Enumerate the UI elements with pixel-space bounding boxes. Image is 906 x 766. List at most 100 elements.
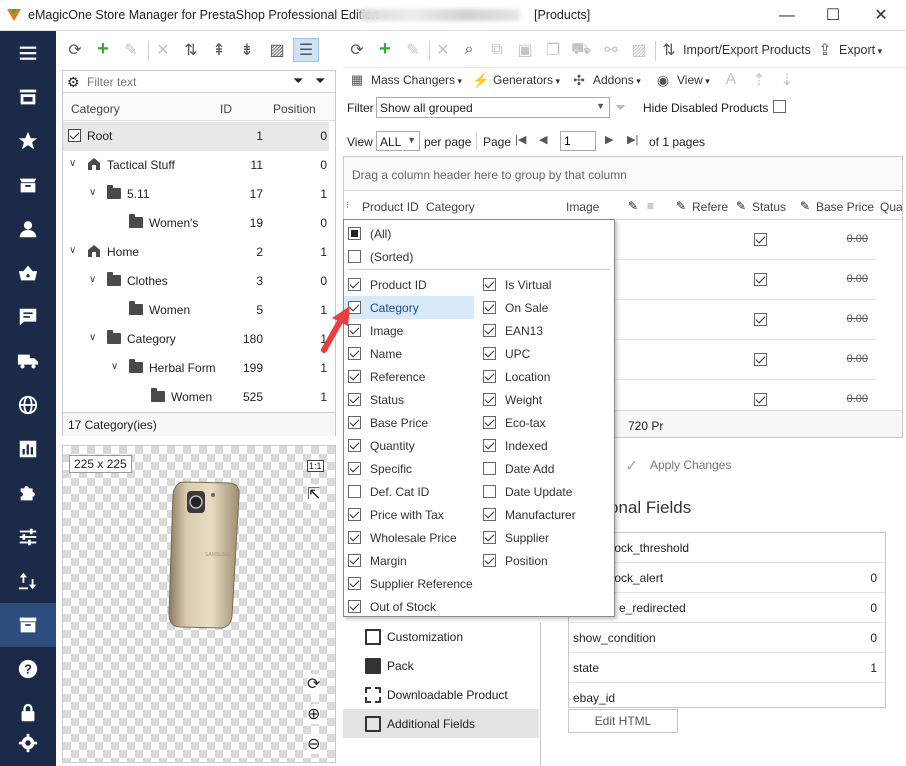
menu-item-wholesale-price[interactable]: Wholesale Price — [344, 526, 474, 549]
menu-item-manufacturer[interactable]: Manufacturer — [479, 503, 609, 526]
column-checkbox[interactable] — [348, 416, 361, 429]
zoom-out-icon[interactable]: ⊖ — [307, 734, 321, 754]
menu-item-indexed[interactable]: Indexed — [479, 434, 609, 457]
store-icon[interactable] — [0, 75, 56, 119]
column-checkbox[interactable] — [483, 554, 496, 567]
chat-icon[interactable] — [0, 295, 56, 339]
tree-row-root[interactable]: Root 1 0 — [63, 122, 329, 151]
menu-item-out-of-stock[interactable]: Out of Stock — [344, 595, 474, 618]
menu-item-status[interactable]: Status — [344, 388, 474, 411]
menu-item-margin[interactable]: Margin — [344, 549, 474, 572]
column-checkbox[interactable] — [348, 531, 361, 544]
puzzle-icon[interactable] — [0, 471, 56, 515]
import-export-icon[interactable]: ⇅ — [659, 40, 679, 60]
menu-item-product-id[interactable]: Product ID — [344, 273, 474, 296]
move-icon[interactable]: ⇅ — [181, 40, 201, 60]
export-button[interactable]: Export — [839, 43, 882, 57]
column-checkbox[interactable] — [348, 278, 361, 291]
box-icon[interactable] — [0, 163, 56, 207]
column-checkbox[interactable] — [483, 301, 496, 314]
status-checkbox[interactable] — [754, 233, 767, 246]
column-checkbox[interactable] — [348, 439, 361, 452]
chevron-down-icon[interactable]: ∨ — [89, 187, 96, 198]
col-base-price[interactable]: Base Price — [816, 200, 874, 214]
menu-item-on-sale[interactable]: On Sale — [479, 296, 609, 319]
menu-item-position[interactable]: Position — [479, 549, 609, 572]
menu-item-supplier-reference[interactable]: Supplier Reference — [344, 572, 474, 595]
tree-row-clothes[interactable]: ∨ Clothes 3 0 — [63, 267, 329, 296]
filter-clear-icon[interactable]: ⏷ — [315, 73, 325, 89]
page-input[interactable] — [560, 131, 596, 151]
column-checkbox[interactable] — [483, 370, 496, 383]
tree-row-category[interactable]: ∨ Category 180 1 — [63, 325, 329, 354]
column-checkbox[interactable] — [348, 508, 361, 521]
column-checkbox[interactable] — [483, 439, 496, 452]
column-checkbox[interactable] — [483, 278, 496, 291]
next-page-icon[interactable]: ▶ — [605, 133, 613, 146]
menu-item-weight[interactable]: Weight — [479, 388, 609, 411]
menu-icon[interactable] — [0, 31, 56, 75]
chevron-down-icon[interactable]: ∨ — [111, 361, 118, 372]
basket-icon[interactable] — [0, 251, 56, 295]
field-row[interactable]: tock_alert 0 — [569, 563, 885, 593]
tab-downloadable-product[interactable]: Downloadable Product — [343, 680, 539, 709]
sorted-checkbox[interactable] — [348, 250, 361, 263]
refresh-icon[interactable]: ⟳ — [347, 40, 367, 60]
mass-changers-icon[interactable]: ▦ — [347, 70, 367, 90]
addons-button[interactable]: Addons — [593, 73, 641, 87]
column-checkbox[interactable] — [483, 531, 496, 544]
first-page-icon[interactable]: |◀ — [515, 133, 526, 146]
menu-item-all[interactable]: (All) — [344, 222, 614, 245]
menu-item-price-with-tax[interactable]: Price with Tax — [344, 503, 474, 526]
tree-row-5-11[interactable]: ∨ 5.11 17 1 — [63, 180, 329, 209]
menu-item-ean13[interactable]: EAN13 — [479, 319, 609, 342]
menu-item-quantity[interactable]: Quantity — [344, 434, 474, 457]
per-page-select[interactable]: ALL ▼ — [376, 131, 420, 151]
menu-item-category[interactable]: Category — [344, 296, 474, 319]
view-icon[interactable]: ◉ — [653, 70, 673, 90]
field-row[interactable]: ebay_id — [569, 683, 885, 707]
add-product-icon[interactable]: + — [375, 38, 395, 60]
tab-additional-fields[interactable]: Additional Fields — [343, 709, 539, 738]
view-button[interactable]: View — [677, 73, 710, 87]
menu-item-is-virtual[interactable]: Is Virtual — [479, 273, 609, 296]
help-icon[interactable]: ? — [0, 647, 56, 691]
export-icon[interactable]: ⇪ — [815, 40, 835, 60]
col-reference[interactable]: Refere — [692, 200, 728, 214]
prev-page-icon[interactable]: ◀ — [539, 133, 547, 146]
rotate-icon[interactable]: ⟳ — [307, 674, 321, 694]
user-icon[interactable] — [0, 207, 56, 251]
last-page-icon[interactable]: ▶| — [627, 133, 638, 146]
filter-add-icon[interactable]: ⏷ — [293, 73, 303, 89]
column-checkbox[interactable] — [483, 393, 496, 406]
all-checkbox[interactable] — [348, 227, 361, 240]
import-export-button[interactable]: Import/Export Products — [683, 43, 811, 57]
menu-item-def-cat-id[interactable]: Def. Cat ID — [344, 480, 474, 503]
column-checkbox[interactable] — [348, 462, 361, 475]
archive-icon[interactable] — [0, 603, 56, 647]
menu-item-upc[interactable]: UPC — [479, 342, 609, 365]
column-checkbox[interactable] — [483, 324, 496, 337]
open-external-icon[interactable]: ⇱ — [307, 484, 321, 504]
filter-select[interactable]: Show all grouped ▼ — [376, 97, 610, 118]
gear-icon[interactable]: ⚙ — [67, 74, 80, 91]
menu-item-sorted[interactable]: (Sorted) — [344, 245, 614, 268]
col-category[interactable]: Category — [426, 200, 475, 214]
status-checkbox[interactable] — [754, 273, 767, 286]
chevron-down-icon[interactable]: ∨ — [69, 245, 76, 256]
group-by-area[interactable]: Drag a column header here to group by th… — [344, 157, 902, 191]
tree-row-herbal-form[interactable]: ∨ Herbal Form 199 1 — [63, 354, 329, 383]
column-checkbox[interactable] — [348, 600, 361, 613]
apply-changes-button[interactable]: Apply Changes — [650, 458, 731, 472]
star-icon[interactable] — [0, 119, 56, 163]
sort-down-icon[interactable]: ⇟ — [237, 40, 257, 60]
col-position[interactable]: Position — [273, 102, 316, 116]
zoom-in-icon[interactable]: ⊕ — [307, 704, 321, 724]
generators-button[interactable]: Generators — [493, 73, 560, 87]
col-quantity[interactable]: Quar — [880, 200, 902, 214]
minimize-button[interactable]: — — [764, 0, 810, 31]
zoom-actual-icon[interactable]: 1:1 — [307, 460, 324, 472]
tree-row-women[interactable]: Women 5 1 — [63, 296, 329, 325]
column-checkbox[interactable] — [348, 485, 361, 498]
column-checkbox[interactable] — [483, 485, 496, 498]
